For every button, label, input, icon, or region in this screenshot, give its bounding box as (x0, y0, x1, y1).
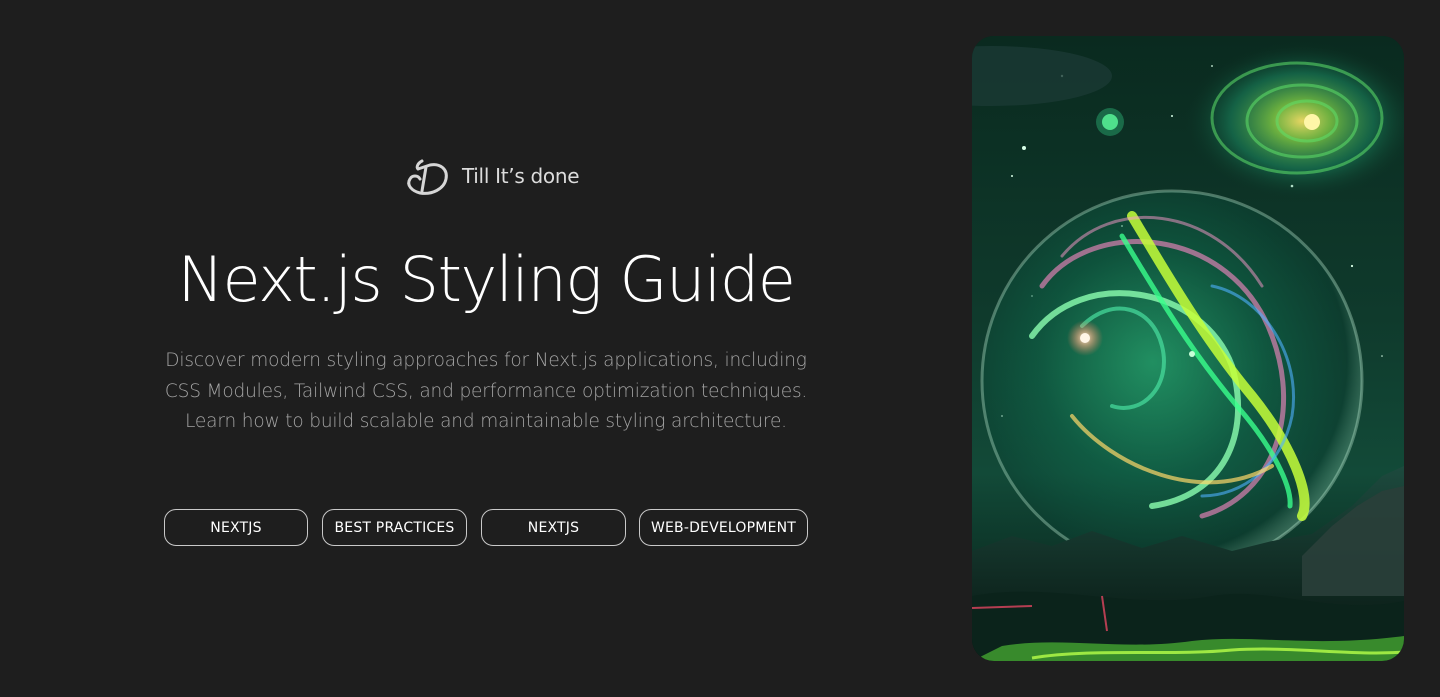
page-description: Discover modern styling approaches for N… (146, 346, 826, 438)
tag-web-development-button[interactable]: WEB-DEVELOPMENT (639, 509, 808, 546)
description-line: Learn how to build scalable and maintain… (185, 411, 787, 432)
tag-nextjs-button[interactable]: NEXTJS (164, 509, 308, 546)
hero-image (972, 36, 1404, 661)
td-monogram-icon (407, 159, 448, 195)
hero-content: Till It’s done Next.js Styling Guide Dis… (0, 0, 972, 697)
tag-nextjs-button[interactable]: NEXTJS (481, 509, 626, 546)
tag-list: NEXTJS BEST PRACTICES NEXTJS WEB-DEVELOP… (0, 509, 972, 546)
brand-name: Till It’s done (462, 164, 580, 188)
tag-best-practices-button[interactable]: BEST PRACTICES (322, 509, 467, 546)
description-line: Discover modern styling approaches for N… (165, 350, 807, 371)
page-title: Next.js Styling Guide (177, 243, 795, 316)
cosmic-green-orb-artwork-icon (972, 36, 1404, 661)
brand-link[interactable]: Till It’s done (404, 155, 580, 197)
description-line: CSS Modules, Tailwind CSS, and performan… (164, 380, 808, 402)
